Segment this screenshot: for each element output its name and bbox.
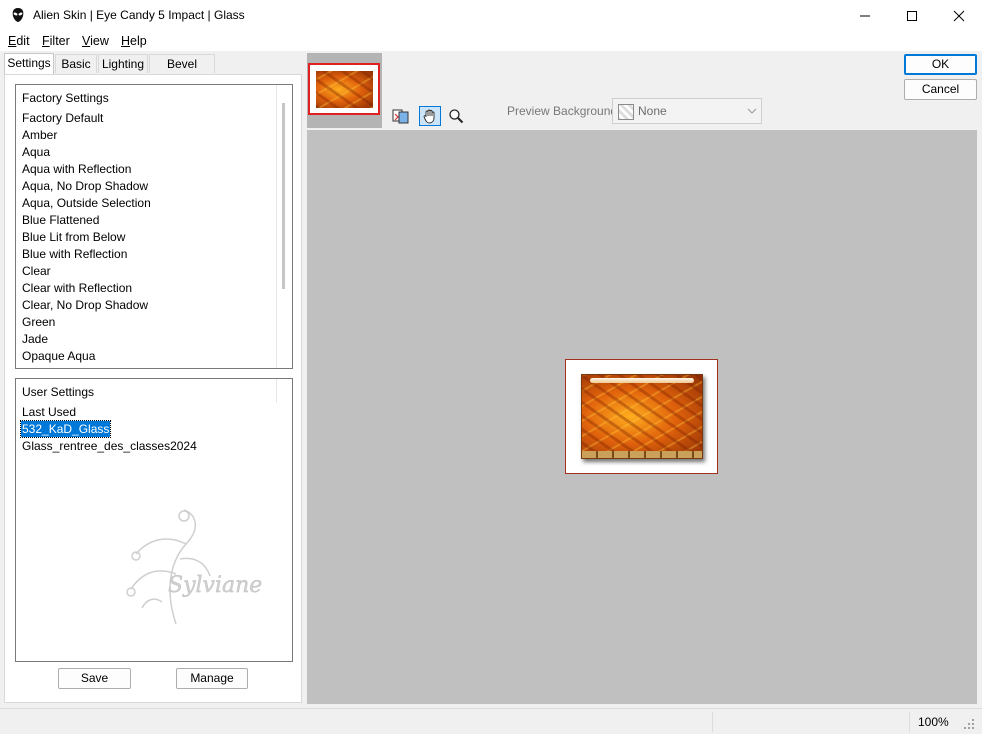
status-divider [909,712,910,732]
list-item[interactable]: Jade [22,331,48,347]
preview-toggle-button[interactable] [390,106,412,126]
preview-canvas[interactable] [307,130,977,704]
minimize-icon [860,15,870,16]
list-item[interactable]: Clear [22,263,51,279]
pan-tool-button[interactable] [419,106,441,126]
navigator-view-rectangle[interactable] [308,63,380,115]
list-item[interactable]: Aqua with Reflection [22,161,131,177]
save-button[interactable]: Save [58,668,131,689]
factory-settings-list[interactable]: Factory Settings Factory Default Amber A… [15,84,293,369]
settings-tab-panel: Factory Settings Factory Default Amber A… [4,74,302,703]
list-item[interactable]: Factory Default [22,110,103,126]
floral-watermark-icon: Sylviane [126,509,263,625]
chevron-down-icon [743,99,761,123]
close-window-button[interactable] [936,0,982,31]
zoom-tool-button[interactable] [445,106,467,126]
hand-icon [423,109,435,124]
alien-skin-app-icon [10,7,26,23]
list-item[interactable]: Blue Flattened [22,212,99,228]
ok-button[interactable]: OK [904,54,977,75]
glass-effect-preview-image [581,374,703,459]
maximize-icon [907,10,917,21]
watermark-text: Sylviane [168,573,262,598]
minimize-button[interactable] [842,0,888,31]
menu-edit[interactable]: Edit [8,34,30,48]
list-item[interactable]: Opaque Aqua [22,348,95,364]
preview-background-label: Preview Background: [507,104,621,118]
list-item[interactable]: Green [22,314,55,330]
user-settings-list[interactable]: User Settings Last Used 532_KaD_Glass Gl… [15,378,293,662]
scrollbar-divider [276,85,277,368]
close-icon [953,10,965,21]
title-bar: Alien Skin | Eye Candy 5 Impact | Glass [0,0,982,31]
zoom-level: 100% [918,715,949,729]
tab-bevel-profile[interactable]: Bevel Profile [149,54,215,89]
menu-filter[interactable]: Filter [42,34,70,48]
menu-bar: Edit Filter View Help [0,31,982,51]
list-item[interactable]: Glass_rentree_des_classes2024 [22,438,197,454]
cancel-button[interactable]: Cancel [904,79,977,100]
before-after-icon [392,109,409,124]
tab-basic[interactable]: Basic [55,54,97,73]
menu-view[interactable]: View [82,34,109,48]
menu-help[interactable]: Help [121,34,147,48]
list-item-selected[interactable]: 532_KaD_Glass [19,420,112,438]
factory-list-scrollbar[interactable] [282,103,285,289]
factory-settings-header: Factory Settings [22,91,109,105]
resize-grip-icon[interactable] [962,717,976,734]
list-item[interactable]: Aqua [22,144,50,160]
list-item[interactable]: Clear with Reflection [22,280,132,296]
magnifier-icon [449,109,464,124]
glass-highlight [590,378,694,383]
preview-image-frame [565,359,718,474]
list-item[interactable]: Aqua, Outside Selection [22,195,151,211]
header-divider [276,379,277,403]
navigator-thumbnail-area[interactable] [307,53,382,128]
preview-background-value: None [638,104,667,118]
preview-background-select[interactable]: None [612,98,762,124]
bevel-edge [582,451,702,458]
tab-lighting[interactable]: Lighting [98,54,148,73]
maximize-button[interactable] [889,0,935,31]
list-item[interactable]: Clear, No Drop Shadow [22,297,148,313]
list-item[interactable]: Amber [22,127,57,143]
watermark-logo: Sylviane [106,504,266,629]
list-item[interactable]: Blue Lit from Below [22,229,125,245]
status-divider [712,712,713,732]
swatch-icon [618,104,634,120]
list-item[interactable]: Blue with Reflection [22,246,127,262]
user-settings-header: User Settings [22,385,95,399]
manage-button[interactable]: Manage [176,668,248,689]
status-bar: 100% [0,708,982,734]
tab-settings[interactable]: Settings [4,53,54,74]
navigator-thumbnail-image [316,71,373,108]
list-item[interactable]: Last Used [22,404,76,420]
list-item[interactable]: Aqua, No Drop Shadow [22,178,148,194]
window-title: Alien Skin | Eye Candy 5 Impact | Glass [33,8,245,22]
